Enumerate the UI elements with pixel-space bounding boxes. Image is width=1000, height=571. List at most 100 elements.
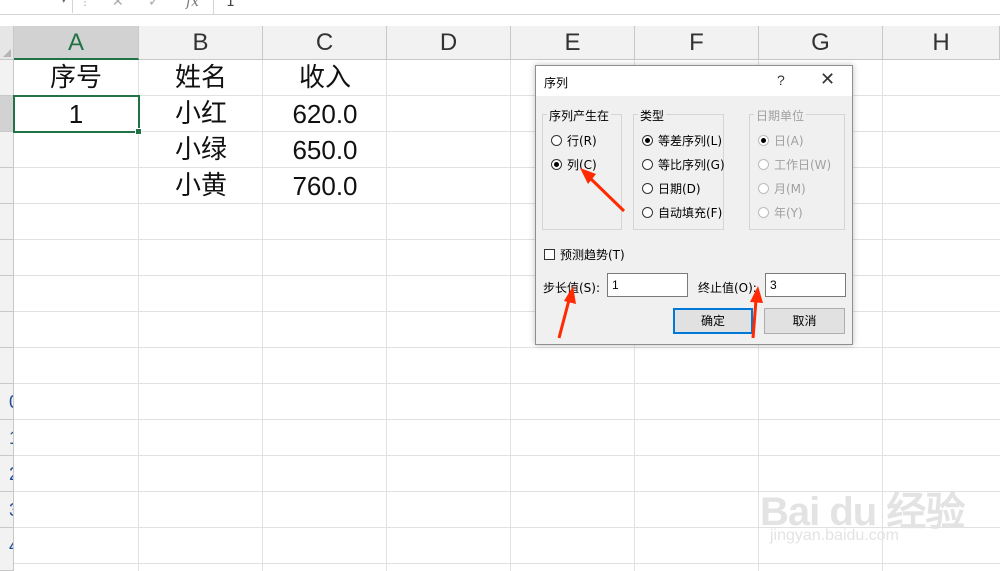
row-header[interactable]	[0, 276, 14, 312]
trend-checkbox-row[interactable]: 预测趋势(T)	[544, 246, 625, 263]
column-header-a[interactable]: A	[14, 26, 139, 60]
radio-month: 月(M)	[758, 179, 806, 197]
fill-handle[interactable]	[135, 128, 142, 135]
row-header-digit: 4	[9, 536, 13, 556]
radio-columns-label: 列(C)	[567, 157, 597, 172]
radio-day-label: 日(A)	[774, 133, 804, 148]
radio-button	[758, 182, 769, 194]
row-header[interactable]	[0, 204, 14, 240]
row-header[interactable]	[0, 132, 14, 168]
cancel-button[interactable]: 取消	[764, 308, 845, 334]
formula-bar: ▾ ⋮ ✕ ✓ fx 1	[0, 0, 1000, 15]
name-box-dropdown-icon[interactable]: ▾	[61, 0, 66, 6]
radio-button	[758, 134, 769, 146]
date-unit-label: 日期单位	[754, 107, 807, 124]
row-header[interactable]	[0, 96, 14, 132]
row-header-digit: 0	[9, 392, 13, 412]
select-all-corner[interactable]	[0, 26, 14, 60]
grid-line	[14, 419, 1000, 420]
help-icon[interactable]: ?	[777, 72, 785, 88]
dialog-titlebar[interactable]: 序列 ? ✕	[536, 66, 852, 96]
series-in-group: 序列产生在 行(R) 列(C)	[542, 107, 622, 230]
radio-button	[758, 206, 769, 218]
grid-line	[510, 60, 511, 571]
radio-weekday: 工作日(W)	[758, 155, 831, 173]
formula-bar-divider	[213, 0, 214, 14]
radio-growth[interactable]: 等比序列(G)	[642, 155, 725, 173]
radio-button[interactable]	[642, 182, 653, 194]
step-value-input[interactable]: 1	[607, 273, 688, 297]
radio-columns[interactable]: 列(C)	[551, 155, 597, 173]
cell-b2[interactable]: 小红	[139, 96, 263, 132]
column-header-h[interactable]: H	[883, 26, 1000, 60]
trend-checkbox[interactable]	[544, 249, 555, 260]
row-header[interactable]: 4	[0, 528, 14, 571]
watermark-url: jingyan.baidu.com	[770, 527, 899, 544]
radio-date-label: 日期(D)	[658, 181, 701, 196]
row-header[interactable]: 2	[0, 456, 14, 492]
radio-autofill[interactable]: 自动填充(F)	[642, 203, 722, 221]
radio-button	[758, 158, 769, 170]
grid-line	[14, 347, 1000, 348]
radio-button[interactable]	[551, 158, 562, 170]
column-header-b[interactable]: B	[139, 26, 263, 60]
radio-year: 年(Y)	[758, 203, 803, 221]
close-icon[interactable]: ✕	[820, 69, 835, 90]
column-header-c[interactable]: C	[263, 26, 387, 60]
stop-value-input[interactable]: 3	[765, 273, 846, 297]
row-header-digit: 3	[9, 500, 13, 520]
cell-b4[interactable]: 小黄	[139, 168, 263, 204]
row-header[interactable]: 3	[0, 492, 14, 528]
type-label: 类型	[638, 107, 667, 124]
radio-autofill-label: 自动填充(F)	[658, 205, 723, 220]
formula-input[interactable]: 1	[226, 0, 235, 10]
cell-c4[interactable]: 760.0	[263, 168, 387, 204]
cancel-formula-icon[interactable]: ✕	[112, 0, 124, 10]
series-dialog: 序列 ? ✕ 序列产生在 行(R) 列(C) 类型 等差序列(L) 等比序列(G…	[535, 65, 853, 345]
series-in-label: 序列产生在	[547, 107, 612, 124]
row-header[interactable]	[0, 240, 14, 276]
cell-b3[interactable]: 小绿	[139, 132, 263, 168]
column-header-d[interactable]: D	[387, 26, 511, 60]
cell-a1[interactable]: 序号	[14, 60, 138, 96]
grid-line	[14, 455, 1000, 456]
more-icon: ⋮	[80, 0, 90, 8]
cell-b1[interactable]: 姓名	[139, 60, 263, 96]
type-group: 类型 等差序列(L) 等比序列(G) 日期(D) 自动填充(F)	[633, 107, 725, 230]
dialog-title: 序列	[544, 76, 569, 90]
radio-date[interactable]: 日期(D)	[642, 179, 701, 197]
radio-day: 日(A)	[758, 131, 804, 149]
name-box[interactable]: ▾	[0, 0, 73, 13]
baidu-watermark: Bai du 经验 jingyan.baidu.com	[760, 465, 1000, 565]
column-header-f[interactable]: F	[635, 26, 759, 60]
column-header-g[interactable]: G	[759, 26, 883, 60]
insert-function-icon[interactable]: fx	[186, 0, 199, 10]
trend-label: 预测趋势(T)	[560, 248, 625, 262]
radio-button[interactable]	[642, 134, 653, 146]
row-header[interactable]	[0, 168, 14, 204]
radio-weekday-label: 工作日(W)	[774, 157, 832, 172]
row-header[interactable]	[0, 60, 14, 96]
column-header-e[interactable]: E	[511, 26, 635, 60]
radio-rows[interactable]: 行(R)	[551, 131, 597, 149]
active-cell-border	[13, 95, 142, 135]
ok-button[interactable]: 确定	[673, 308, 753, 334]
row-header[interactable]	[0, 348, 14, 384]
radio-linear[interactable]: 等差序列(L)	[642, 131, 722, 149]
select-all-triangle-icon	[3, 49, 11, 57]
step-value-label: 步长值(S):	[543, 281, 601, 295]
radio-year-label: 年(Y)	[774, 205, 803, 220]
radio-button[interactable]	[642, 158, 653, 170]
row-header[interactable]	[0, 312, 14, 348]
cell-c2[interactable]: 620.0	[263, 96, 387, 132]
row-header-digit: 1	[9, 428, 13, 448]
radio-button[interactable]	[642, 206, 653, 218]
enter-formula-icon[interactable]: ✓	[148, 0, 160, 10]
row-header[interactable]: 1	[0, 420, 14, 456]
radio-linear-label: 等差序列(L)	[658, 133, 723, 148]
cell-c1[interactable]: 收入	[263, 60, 387, 96]
cell-c3[interactable]: 650.0	[263, 132, 387, 168]
date-unit-group: 日期单位 日(A) 工作日(W) 月(M) 年(Y)	[749, 107, 845, 230]
row-header[interactable]: 0	[0, 384, 14, 420]
radio-button[interactable]	[551, 134, 562, 146]
